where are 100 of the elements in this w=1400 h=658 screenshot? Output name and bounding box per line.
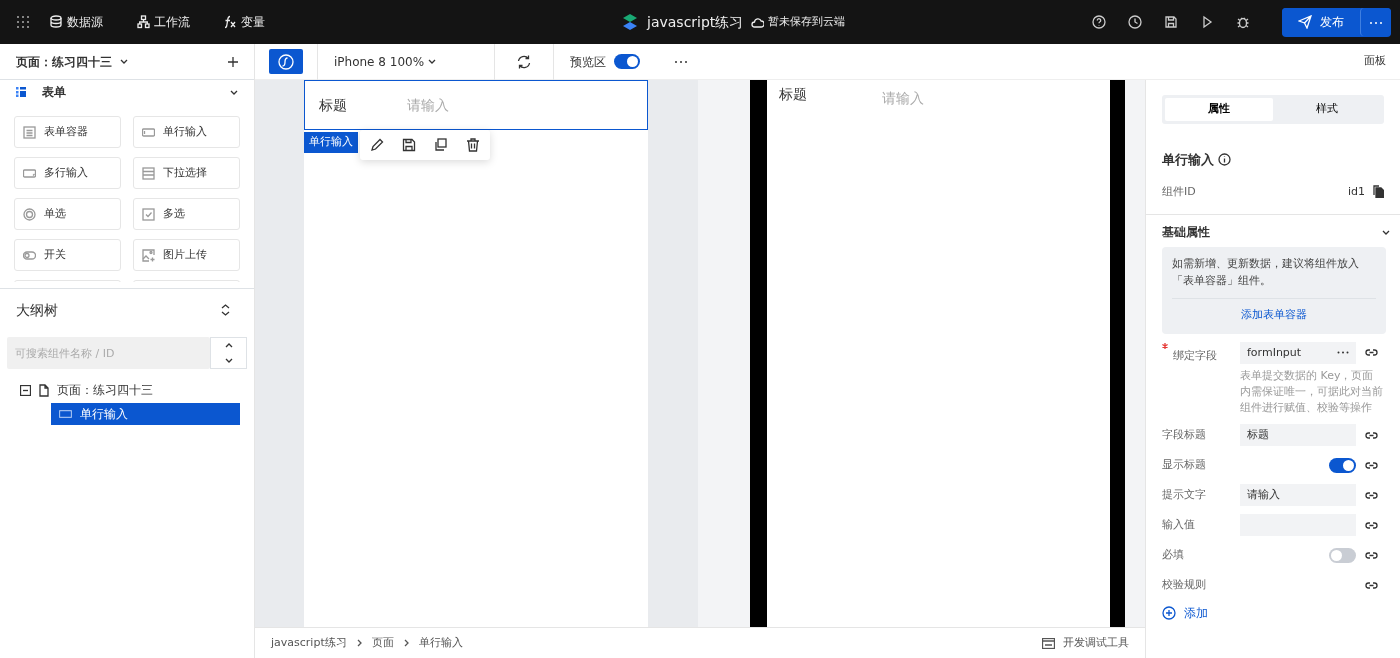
property-label: 显示标题: [1162, 456, 1207, 473]
panel-toggle[interactable]: 面板: [1364, 53, 1386, 70]
link-icon[interactable]: [1365, 579, 1378, 591]
link-logo-icon: [278, 53, 294, 70]
history-icon[interactable]: [1128, 15, 1142, 29]
section-header[interactable]: 基础属性: [1162, 223, 1390, 241]
play-icon[interactable]: [1200, 15, 1214, 29]
save-status: 暂未保存到云端: [751, 13, 846, 31]
component-card[interactable]: 单行输入: [133, 116, 240, 148]
checkbox-icon: [142, 207, 155, 221]
devtools-button[interactable]: 开发调试工具: [1042, 634, 1129, 652]
page-selector[interactable]: 页面：练习四十三: [16, 52, 128, 71]
more-icon[interactable]: [674, 59, 688, 64]
property-label: 绑定字段: [1162, 341, 1240, 364]
expand-collapse-icon[interactable]: [221, 304, 230, 316]
form-icon: [23, 125, 36, 139]
copy-icon[interactable]: [434, 138, 448, 152]
select-icon: [142, 166, 155, 180]
component-card[interactable]: 多选: [133, 198, 240, 230]
component-card[interactable]: 单选: [14, 198, 121, 230]
app-title: javascript练习: [647, 12, 744, 32]
group-header[interactable]: 表单: [0, 80, 254, 104]
tab[interactable]: 样式: [1273, 98, 1381, 121]
link-icon[interactable]: [1365, 429, 1378, 441]
info-icon[interactable]: [1218, 153, 1231, 167]
send-icon: [1298, 15, 1312, 29]
add-circle-icon: [1162, 606, 1176, 620]
image-icon: [142, 248, 155, 262]
radio-icon: [23, 207, 36, 221]
preview-switch[interactable]: [614, 54, 640, 69]
add-button[interactable]: 添加: [1162, 604, 1384, 622]
nav-item[interactable]: 数据源: [50, 13, 103, 31]
nav-item[interactable]: 变量: [224, 13, 265, 31]
field-label: 标题: [779, 85, 807, 104]
link-icon[interactable]: [1365, 489, 1378, 501]
console-icon: [1042, 637, 1055, 649]
delete-icon[interactable]: [466, 138, 480, 152]
more-icon: [1369, 20, 1383, 25]
component-card[interactable]: 下拉选择: [133, 157, 240, 189]
property-switch[interactable]: [1329, 457, 1356, 473]
search-field[interactable]: 可搜索组件名称 / ID: [7, 337, 211, 369]
selection-tag: 单行输入: [304, 132, 358, 153]
component-title: 单行输入: [1162, 151, 1214, 169]
tree-node[interactable]: 单行输入: [51, 403, 240, 425]
save-icon[interactable]: [402, 138, 416, 152]
help-icon[interactable]: [1092, 15, 1106, 29]
debug-icon[interactable]: [1236, 15, 1250, 29]
tree-node[interactable]: 页面：练习四十三: [0, 377, 254, 403]
refresh-icon[interactable]: [516, 53, 532, 70]
breadcrumb-item[interactable]: javascript练习: [271, 634, 347, 652]
list-icon: [16, 87, 26, 97]
link-icon[interactable]: [1365, 347, 1378, 359]
selected-form-field[interactable]: 标题 请输入: [304, 80, 648, 130]
logo-button[interactable]: [269, 49, 303, 74]
link-icon[interactable]: [1365, 549, 1378, 561]
edit-icon[interactable]: [370, 138, 384, 152]
property-label: 输入值: [1162, 516, 1196, 533]
device-selector[interactable]: iPhone 8 100%: [334, 52, 437, 71]
nav-item[interactable]: 工作流: [137, 13, 190, 31]
cloud-icon: [751, 16, 765, 28]
add-icon[interactable]: [228, 56, 238, 67]
switch-icon: [23, 248, 36, 262]
tab[interactable]: 属性: [1165, 98, 1273, 121]
property-input[interactable]: 请输入: [1240, 484, 1356, 506]
field-label: 标题: [319, 95, 347, 115]
more-icon[interactable]: [1337, 351, 1349, 355]
property-input[interactable]: formInput: [1240, 341, 1356, 364]
collapse-icon[interactable]: [20, 384, 31, 396]
input-icon: [142, 125, 155, 139]
link-icon[interactable]: [1365, 519, 1378, 531]
textarea-icon: [23, 166, 36, 180]
app-logo-icon: [621, 13, 639, 31]
property-switch[interactable]: [1329, 547, 1356, 563]
component-card[interactable]: 表单容器: [14, 116, 121, 148]
chevron-up-icon[interactable]: [224, 343, 233, 348]
input-icon: [59, 410, 72, 418]
property-label: 校验规则: [1162, 576, 1207, 593]
add-form-container-link[interactable]: 添加表单容器: [1241, 308, 1307, 321]
flow-icon: [137, 15, 150, 29]
help-text: 表单提交数据的 Key，页面内需保证唯一，可据此对当前组件进行赋值、校验等操作: [1240, 368, 1384, 416]
id-label: 组件ID: [1162, 183, 1196, 200]
breadcrumb-item[interactable]: 单行输入: [418, 634, 463, 652]
chevron-down-icon: [428, 59, 437, 64]
link-icon[interactable]: [1365, 459, 1378, 471]
component-card[interactable]: 多行输入: [14, 157, 121, 189]
copy-icon[interactable]: [1373, 185, 1384, 199]
function-icon: [224, 15, 237, 29]
notice-text: 如需新增、更新数据，建议将组件放入「表单容器」组件。: [1172, 256, 1360, 289]
preview-label: 预览区: [570, 53, 606, 71]
chevron-down-icon: [120, 59, 128, 64]
apps-grid-icon[interactable]: [16, 15, 30, 29]
component-card[interactable]: 开关: [14, 239, 121, 271]
property-label: 提示文字: [1162, 486, 1207, 503]
property-input[interactable]: 标题: [1240, 424, 1356, 446]
property-label: 字段标题: [1162, 426, 1207, 443]
page-icon: [39, 383, 49, 397]
component-card[interactable]: 图片上传: [133, 239, 240, 271]
chevron-down-icon[interactable]: [224, 358, 233, 363]
breadcrumb-item[interactable]: 页面: [371, 634, 394, 652]
database-icon: [50, 15, 63, 29]
